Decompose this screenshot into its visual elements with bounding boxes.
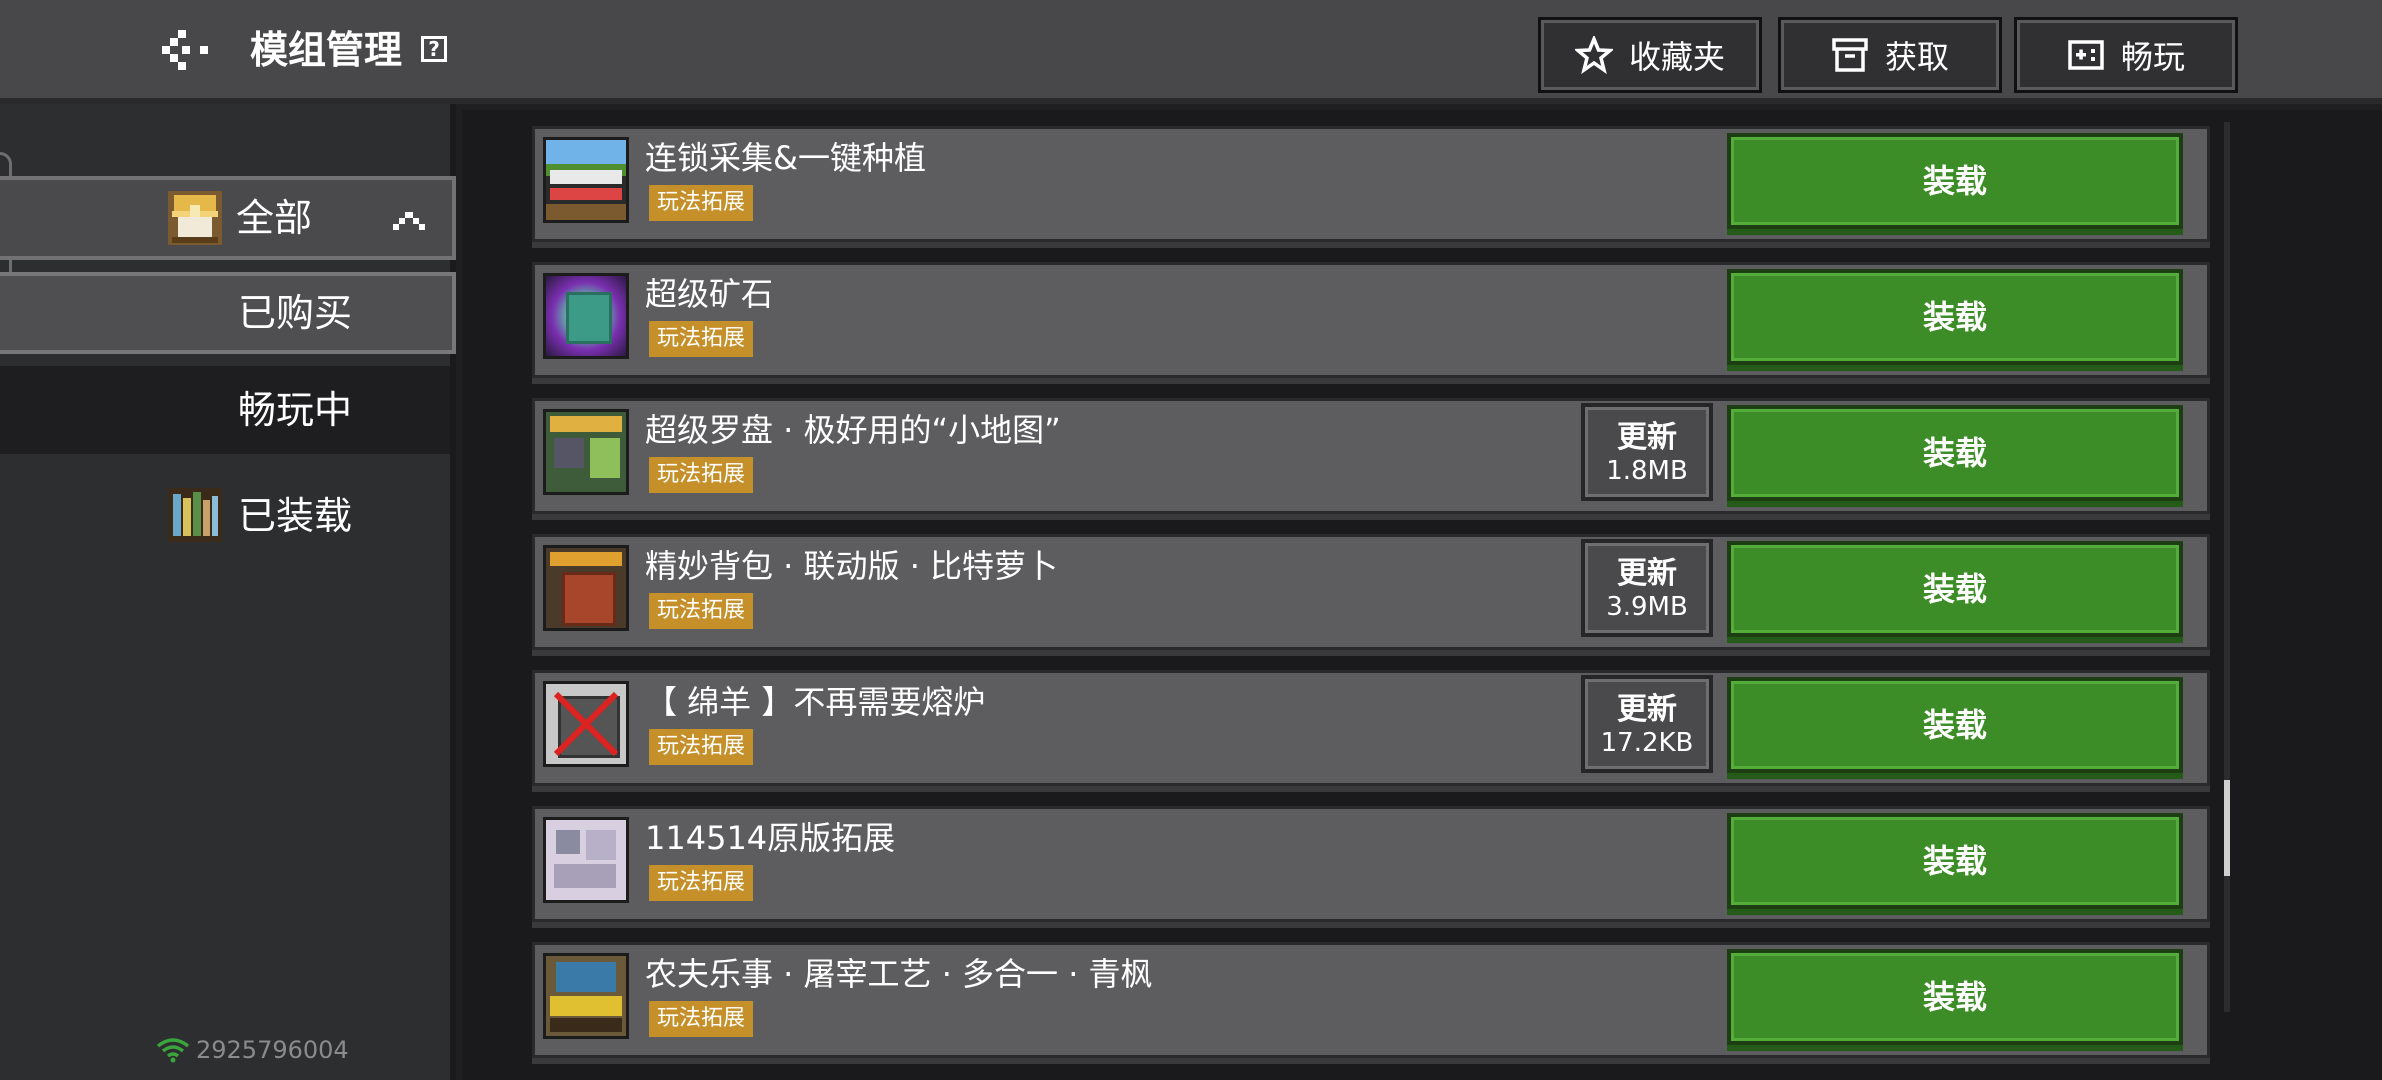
- favorites-label: 收藏夹: [1628, 38, 1725, 76]
- sidebar-item-all-label: 全部: [236, 196, 313, 240]
- sidebar-item-all[interactable]: 全部: [0, 176, 456, 260]
- update-button[interactable]: 更新 17.2KB: [1581, 675, 1713, 773]
- mod-category-tag: 玩法拓展: [649, 865, 754, 901]
- install-button[interactable]: 装载: [1727, 133, 2183, 229]
- top-bar: 模组管理 ? 收藏夹 获取 畅玩: [0, 0, 2382, 104]
- update-size: 1.8MB: [1606, 456, 1688, 486]
- update-label: 更新: [1617, 420, 1677, 455]
- mod-name: 【 绵羊 】不再需要熔炉: [645, 683, 986, 721]
- chest-icon: [168, 191, 222, 245]
- favorites-button[interactable]: 收藏夹: [1538, 17, 1762, 93]
- mod-list[interactable]: 连锁采集&一键种植 玩法拓展 装载 超级矿石 玩法拓展 装载 超级罗盘 · 极好…: [462, 110, 2382, 1080]
- mod-thumbnail: [543, 681, 629, 767]
- install-button[interactable]: 装载: [1727, 405, 2183, 501]
- sidebar: 全部 已购买 畅玩中 已装载 2925796004: [0, 104, 456, 1080]
- star-icon: [1574, 36, 1613, 74]
- mod-row: 超级矿石 玩法拓展 装载: [532, 262, 2210, 378]
- get-button[interactable]: 获取: [1778, 17, 2002, 93]
- mod-name: 超级罗盘 · 极好用的“小地图”: [645, 411, 1061, 449]
- box-icon: [1832, 38, 1868, 72]
- update-size: 3.9MB: [1606, 592, 1688, 622]
- sidebar-item-installed[interactable]: 已装载: [0, 468, 450, 564]
- update-button[interactable]: 更新 1.8MB: [1581, 403, 1713, 501]
- mod-category-tag: 玩法拓展: [649, 457, 754, 493]
- bookshelf-icon: [168, 488, 222, 542]
- sidebar-item-playing-label: 畅玩中: [238, 388, 353, 432]
- mod-thumbnail: [543, 817, 629, 903]
- mod-row: 精妙背包 · 联动版 · 比特萝卜 玩法拓展 更新 3.9MB 装载: [532, 534, 2210, 650]
- mod-thumbnail: [543, 137, 629, 223]
- mod-name: 精妙背包 · 联动版 · 比特萝卜: [645, 547, 1059, 585]
- mod-thumbnail: [543, 953, 629, 1039]
- mod-name: 农夫乐事 · 屠宰工艺 · 多合一 · 青枫: [645, 955, 1153, 993]
- update-label: 更新: [1617, 556, 1677, 591]
- play-label: 畅玩: [2120, 38, 2185, 76]
- sidebar-item-installed-label: 已装载: [238, 494, 353, 538]
- scrollbar-thumb[interactable]: [2224, 780, 2230, 876]
- mod-thumbnail: [543, 545, 629, 631]
- sidebar-item-bought[interactable]: 已购买: [0, 272, 456, 354]
- mod-category-tag: 玩法拓展: [649, 1001, 754, 1037]
- mod-row: 农夫乐事 · 屠宰工艺 · 多合一 · 青枫 玩法拓展 装载: [532, 942, 2210, 1058]
- gamepad-icon: [2068, 40, 2104, 70]
- mod-row: 114514原版拓展 玩法拓展 装载: [532, 806, 2210, 922]
- mod-name: 114514原版拓展: [645, 819, 896, 857]
- chevron-up-icon[interactable]: [392, 206, 426, 234]
- update-label: 更新: [1617, 692, 1677, 727]
- scrollbar-track[interactable]: [2224, 122, 2230, 1012]
- install-button[interactable]: 装载: [1727, 269, 2183, 365]
- mod-category-tag: 玩法拓展: [649, 321, 754, 357]
- account-id: 2925796004: [196, 1036, 349, 1064]
- install-button[interactable]: 装载: [1727, 541, 2183, 637]
- sidebar-item-playing[interactable]: 畅玩中: [0, 366, 450, 454]
- mod-row: 【 绵羊 】不再需要熔炉 玩法拓展 更新 17.2KB 装载: [532, 670, 2210, 786]
- mod-category-tag: 玩法拓展: [649, 593, 754, 629]
- mod-category-tag: 玩法拓展: [649, 185, 754, 221]
- install-button[interactable]: 装载: [1727, 813, 2183, 909]
- get-label: 获取: [1884, 38, 1949, 76]
- help-icon[interactable]: ?: [421, 36, 447, 62]
- mod-thumbnail: [543, 273, 629, 359]
- mod-row: 连锁采集&一键种植 玩法拓展 装载: [532, 126, 2210, 242]
- wifi-icon: [156, 1038, 190, 1063]
- update-size: 17.2KB: [1600, 728, 1694, 758]
- mod-thumbnail: [543, 409, 629, 495]
- sidebar-item-bought-label: 已购买: [238, 291, 353, 335]
- mod-name: 连锁采集&一键种植: [645, 139, 926, 177]
- back-arrow-icon[interactable]: [160, 28, 216, 72]
- mod-name: 超级矿石: [645, 275, 774, 313]
- page-title: 模组管理: [250, 28, 403, 72]
- mod-category-tag: 玩法拓展: [649, 729, 754, 765]
- install-button[interactable]: 装载: [1727, 949, 2183, 1045]
- update-button[interactable]: 更新 3.9MB: [1581, 539, 1713, 637]
- mod-row: 超级罗盘 · 极好用的“小地图” 玩法拓展 更新 1.8MB 装载: [532, 398, 2210, 514]
- network-status: 2925796004: [156, 1036, 349, 1064]
- play-button[interactable]: 畅玩: [2014, 17, 2238, 93]
- install-button[interactable]: 装载: [1727, 677, 2183, 773]
